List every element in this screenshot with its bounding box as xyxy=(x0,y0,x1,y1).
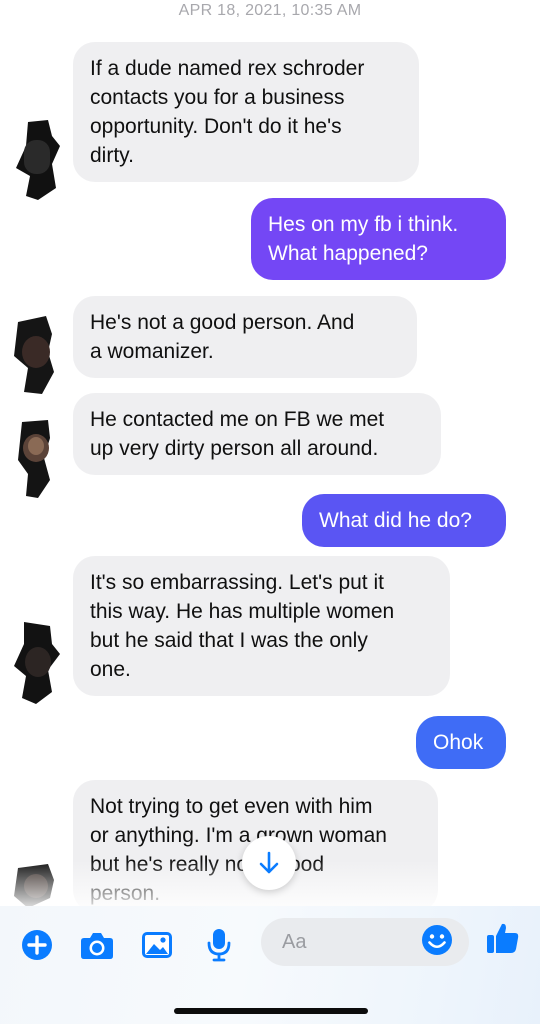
microphone-icon xyxy=(207,929,231,962)
plus-icon xyxy=(22,930,52,960)
emoji-icon xyxy=(422,925,452,955)
camera-icon xyxy=(81,933,113,959)
avatar-blurred-2[interactable] xyxy=(8,312,68,398)
home-indicator xyxy=(174,1008,368,1014)
message-bubble-incoming[interactable]: If a dude named rex schroder contacts yo… xyxy=(73,42,419,182)
message-bubble-incoming[interactable]: He's not a good person. And a womanizer. xyxy=(73,296,417,378)
camera-button[interactable] xyxy=(80,928,114,962)
scroll-to-bottom-button[interactable] xyxy=(242,836,296,890)
message-input-placeholder: Aa xyxy=(282,930,307,953)
plus-button[interactable] xyxy=(20,928,54,962)
gallery-button[interactable] xyxy=(140,928,174,962)
timestamp: APR 18, 2021, 10:35 AM xyxy=(178,2,362,19)
voice-button[interactable] xyxy=(202,928,236,962)
avatar-blurred-3[interactable] xyxy=(8,414,68,500)
emoji-button[interactable] xyxy=(420,923,454,957)
gallery-icon xyxy=(142,932,172,958)
message-bubble-outgoing[interactable]: Ohok xyxy=(416,716,506,769)
thumbs-up-icon xyxy=(487,923,519,953)
like-button[interactable] xyxy=(486,921,520,955)
message-bubble-outgoing[interactable]: What did he do? xyxy=(302,494,506,547)
message-bubble-incoming[interactable]: He contacted me on FB we met up very dir… xyxy=(73,393,441,475)
composer-bar: Aa xyxy=(0,906,540,1024)
avatar-blurred-5[interactable] xyxy=(8,858,68,910)
avatar-blurred-4[interactable] xyxy=(8,618,68,704)
arrow-down-icon xyxy=(259,851,279,874)
avatar-blurred-1[interactable] xyxy=(8,116,68,202)
message-bubble-incoming[interactable]: It's so embarrassing. Let's put it this … xyxy=(73,556,450,696)
message-bubble-outgoing[interactable]: Hes on my fb i think. What happened? xyxy=(251,198,506,280)
